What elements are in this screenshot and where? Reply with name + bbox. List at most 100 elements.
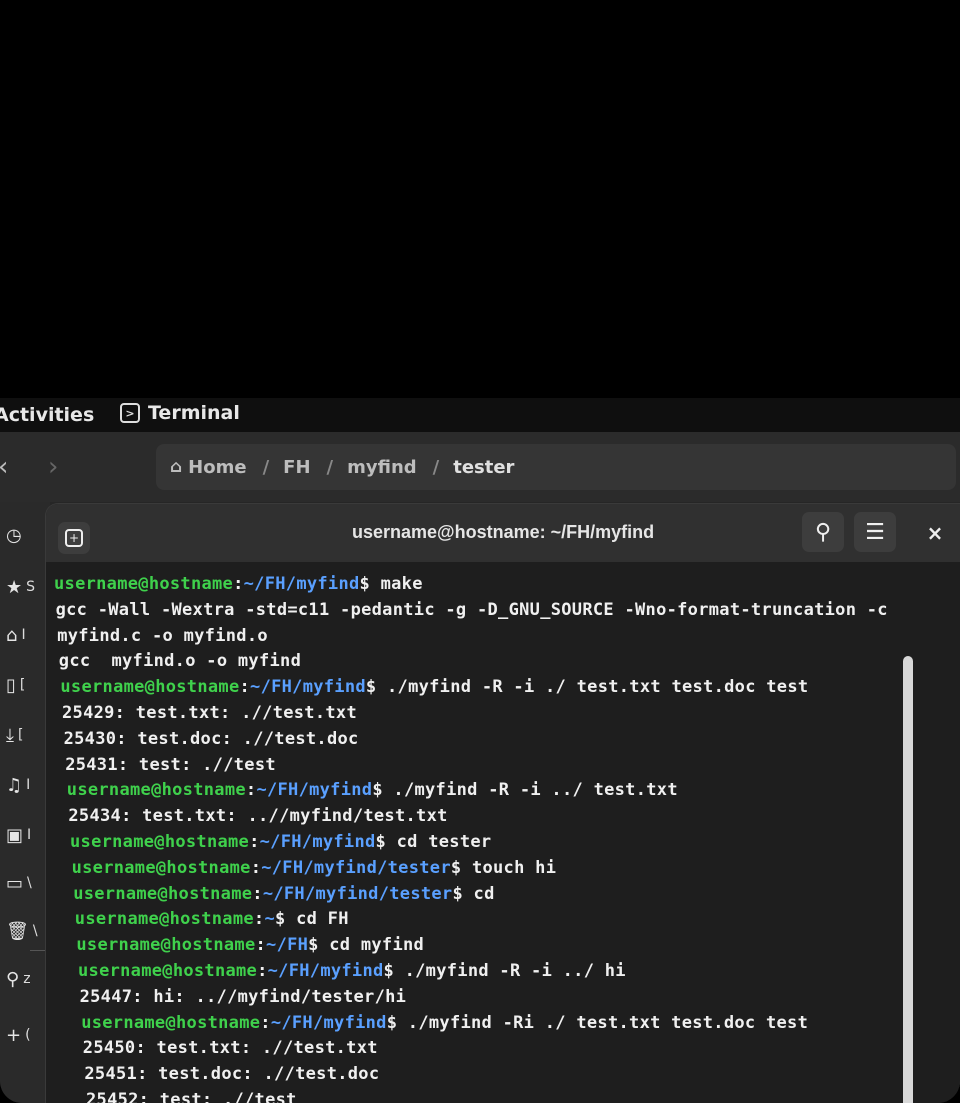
prompt-user: username@hostname [76, 935, 256, 956]
prompt-path: ~/FH/myfind [259, 832, 376, 852]
app-menu[interactable]: > Terminal [120, 402, 240, 424]
monitor-screen: Activities > Terminal ‹ › ⌂ Home / FH / … [0, 398, 960, 1103]
prompt-line: username@hostname:~/FH$ cd myfind [76, 935, 424, 955]
forward-arrow-icon[interactable]: › [48, 452, 58, 482]
files-window-header: ‹ › ⌂ Home / FH / myfind / tester [0, 432, 960, 502]
prompt-dollar: $ [365, 677, 377, 698]
terminal-output[interactable]: username@hostname:~/FH/myfind$ make gcc -… [50, 568, 930, 1103]
command-text: cd tester [386, 832, 492, 852]
prompt-path: ~/FH/myfind [256, 780, 373, 801]
prompt-dollar: $ [383, 961, 395, 981]
star-icon: ★ [6, 576, 23, 598]
output-line: 25430: test.doc: .//test.doc [63, 728, 359, 749]
prompt-user: username@hostname [71, 857, 251, 878]
download-icon: ⤓ [6, 724, 14, 746]
prompt-colon: : [245, 780, 257, 801]
terminal-icon: > [120, 403, 140, 423]
prompt-line: username@hostname:~/FH/myfind/tester$ cd [73, 884, 494, 904]
clock-icon: ◷ [6, 524, 22, 546]
command-text: ./myfind -R -i ../ hi [394, 961, 626, 981]
activities-button[interactable]: Activities [0, 404, 94, 426]
prompt-dollar: $ [372, 780, 383, 801]
prompt-line: username@hostname:~/FH/myfind$ ./myfind … [67, 780, 678, 800]
prompt-user: username@hostname [54, 574, 234, 594]
prompt-dollar: $ [359, 574, 371, 594]
prompt-line: username@hostname:~/FH/myfind$ ./myfind … [81, 1013, 808, 1033]
app-name: Terminal [148, 402, 240, 424]
sidebar-item-network[interactable]: ⚲ z [6, 966, 46, 992]
scrollbar[interactable] [903, 656, 913, 1103]
sidebar-item-downloads[interactable]: ⤓[ [6, 722, 46, 748]
search-button[interactable]: ⚲ [802, 512, 844, 552]
new-tab-button[interactable]: + [58, 522, 90, 554]
home-icon: ⌂ [6, 624, 18, 646]
search-icon: ⚲ [814, 519, 832, 545]
breadcrumb-separator: / [326, 456, 334, 478]
prompt-colon: : [253, 909, 265, 930]
output-line: 25452: test: .//test [86, 1090, 297, 1103]
prompt-user: username@hostname [81, 1012, 261, 1033]
close-icon: × [926, 521, 944, 545]
prompt-line: username@hostname:~/FH/myfind$ make [54, 574, 423, 594]
sidebar-item-recent[interactable]: ◷ [6, 522, 46, 548]
output-line: 25431: test: .//test [65, 754, 276, 775]
document-icon: ▯ [6, 674, 16, 696]
breadcrumb-separator: / [432, 456, 440, 478]
prompt-colon: : [250, 857, 262, 878]
prompt-dollar: $ [375, 832, 387, 852]
sidebar-item-trash[interactable]: 🗑 \ [6, 918, 46, 944]
output-line: 25450: test.txt: .//test.txt [82, 1038, 378, 1059]
prompt-user: username@hostname [78, 961, 258, 981]
prompt-colon: : [260, 1012, 271, 1033]
output-line: gcc -Wall -Wextra -std=c11 -pedantic -g … [55, 599, 888, 620]
output-line: 25429: test.txt: .//test.txt [62, 703, 357, 723]
close-button[interactable]: × [918, 518, 952, 548]
output-line: 25451: test.doc: .//test.doc [84, 1064, 380, 1085]
window-title: username@hostname: ~/FH/myfind [352, 522, 655, 542]
network-icon: ⚲ [6, 968, 20, 990]
command-text: touch hi [461, 857, 557, 878]
command-text: cd [463, 883, 495, 904]
breadcrumb-fh[interactable]: FH [283, 457, 310, 478]
picture-icon: ▣ [6, 824, 24, 846]
prompt-colon: : [252, 883, 263, 904]
prompt-path: ~/FH/myfind/tester [261, 857, 451, 878]
music-icon: ♫ [6, 774, 23, 796]
menu-button[interactable]: ☰ [854, 512, 896, 552]
sidebar-item-home[interactable]: ⌂ I [6, 622, 46, 648]
sidebar-item-pictures[interactable]: ▣ I [6, 822, 46, 848]
prompt-user: username@hostname [60, 677, 240, 698]
prompt-colon: : [255, 935, 267, 956]
prompt-path: ~/FH/myfind [267, 961, 384, 981]
prompt-colon: : [257, 961, 268, 981]
output-line: 25447: hi: ..//myfind/tester/hi [79, 986, 407, 1007]
command-text: make [370, 574, 423, 594]
prompt-dollar: $ [452, 883, 464, 904]
output-line: 25434: test.txt: ..//myfind/test.txt [68, 806, 448, 827]
breadcrumb-myfind[interactable]: myfind [347, 457, 417, 478]
prompt-dollar: $ [450, 857, 462, 878]
prompt-path: ~/FH/myfind [243, 574, 360, 594]
files-sidebar: ◷ ★ S ⌂ I ▯[ ⤓[ ♫ I ▣ I ▭ \ 🗑 \ ⚲ z +( [0, 502, 50, 1103]
breadcrumb-home[interactable]: ⌂ Home [170, 457, 247, 478]
output-line: myfind.c -o myfind.o [57, 625, 268, 646]
sidebar-item-starred[interactable]: ★ S [6, 574, 46, 600]
back-arrow-icon[interactable]: ‹ [0, 452, 8, 482]
prompt-line: username@hostname:~$ cd FH [75, 909, 349, 929]
breadcrumb-separator: / [262, 456, 270, 478]
prompt-dollar: $ [274, 909, 286, 930]
output-line: gcc myfind.o -o myfind [58, 651, 302, 672]
trash-icon: 🗑 [6, 920, 29, 942]
sidebar-item-videos[interactable]: ▭ \ [6, 870, 46, 896]
prompt-path: ~/FH [266, 935, 309, 956]
breadcrumb-tester[interactable]: tester [453, 457, 514, 478]
prompt-colon: : [249, 832, 260, 852]
sidebar-item-documents[interactable]: ▯[ [6, 672, 46, 698]
command-text: ./myfind -R -i ../ test.txt [382, 780, 678, 801]
sidebar-item-music[interactable]: ♫ I [6, 772, 46, 798]
home-icon: ⌂ [170, 457, 183, 477]
plus-icon: + [6, 1024, 22, 1046]
prompt-line: username@hostname:~/FH/myfind$ ./myfind … [78, 961, 626, 981]
prompt-path: ~/FH/myfind [270, 1012, 387, 1033]
sidebar-item-other-locations[interactable]: +( [6, 1022, 46, 1048]
